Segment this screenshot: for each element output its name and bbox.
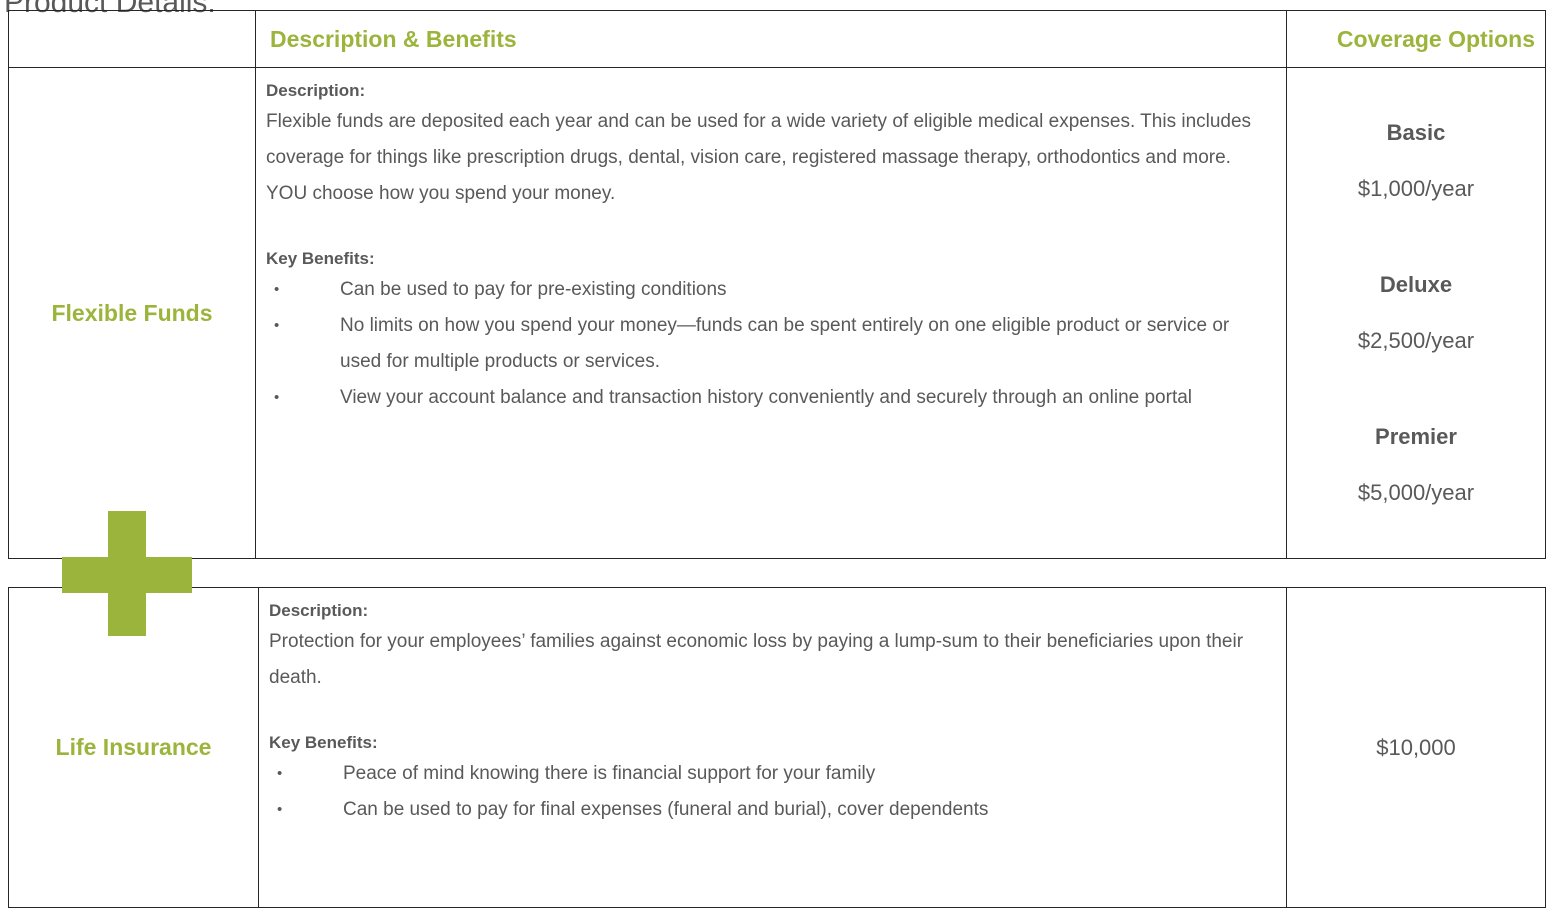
product-description-cell: Description: Flexible funds are deposite… bbox=[255, 67, 1287, 559]
bullet-icon: • bbox=[274, 317, 280, 334]
tier-price: $1,000/year bbox=[1357, 176, 1475, 201]
header-description-cell: Description & Benefits bbox=[255, 10, 1287, 68]
benefit-text: View your account balance and transactio… bbox=[340, 387, 1193, 408]
list-item: • Can be used to pay for final expenses (… bbox=[269, 792, 1274, 828]
benefit-text: No limits on how you spend your money—fu… bbox=[340, 315, 1230, 372]
header-coverage-cell: Coverage Options bbox=[1286, 10, 1546, 68]
benefits-list: • Peace of mind knowing there is financia… bbox=[269, 756, 1274, 828]
table-row: Flexible Funds Description: Flexible fun… bbox=[8, 67, 1546, 559]
bullet-icon: • bbox=[277, 765, 283, 782]
key-benefits-label: Key Benefits: bbox=[269, 733, 378, 752]
product-name: Flexible Funds bbox=[8, 67, 256, 559]
bullet-icon: • bbox=[274, 389, 280, 406]
list-item: • No limits on how you spend your money—f… bbox=[266, 308, 1274, 380]
benefits-list: • Can be used to pay for pre-existing con… bbox=[266, 272, 1274, 416]
header-product-cell bbox=[8, 10, 256, 68]
benefit-text: Can be used to pay for final expenses (f… bbox=[343, 799, 989, 820]
key-benefits-label: Key Benefits: bbox=[266, 249, 375, 268]
benefit-text: Peace of mind knowing there is financial… bbox=[343, 763, 876, 784]
product-table-life-insurance: Life Insurance Description: Protection f… bbox=[8, 587, 1546, 908]
coverage-tier: Basic $1,000/year bbox=[1287, 105, 1545, 217]
tier-name: Basic bbox=[1386, 120, 1446, 145]
description-text: Protection for your employees’ families … bbox=[269, 631, 1244, 688]
bullet-icon: • bbox=[277, 801, 283, 818]
list-item: • View your account balance and transacti… bbox=[266, 380, 1274, 416]
coverage-amount: $10,000 bbox=[1376, 734, 1456, 760]
header-description-label: Description & Benefits bbox=[270, 25, 517, 52]
tier-name: Deluxe bbox=[1379, 272, 1453, 297]
tier-price: $2,500/year bbox=[1357, 328, 1475, 353]
description-text: Flexible funds are deposited each year a… bbox=[266, 111, 1252, 204]
tier-price: $5,000/year bbox=[1357, 480, 1475, 505]
description-label: Description: bbox=[269, 601, 369, 620]
list-item: • Peace of mind knowing there is financia… bbox=[269, 756, 1274, 792]
description-label: Description: bbox=[266, 81, 366, 100]
list-item: • Can be used to pay for pre-existing con… bbox=[266, 272, 1274, 308]
coverage-tier: Premier $5,000/year bbox=[1287, 409, 1545, 521]
coverage-tier: Deluxe $2,500/year bbox=[1287, 257, 1545, 369]
product-table-flexible-funds: Description & Benefits Coverage Options … bbox=[8, 10, 1546, 559]
product-name: Life Insurance bbox=[8, 587, 259, 908]
coverage-options-cell: Basic $1,000/year Deluxe $2,500/year Pre… bbox=[1286, 67, 1546, 559]
coverage-options-cell: $10,000 bbox=[1286, 587, 1546, 908]
table-header-row: Description & Benefits Coverage Options bbox=[8, 10, 1546, 68]
table-row: Life Insurance Description: Protection f… bbox=[8, 587, 1546, 908]
tier-name: Premier bbox=[1375, 424, 1457, 449]
product-description-cell: Description: Protection for your employe… bbox=[258, 587, 1287, 908]
benefit-text: Can be used to pay for pre-existing cond… bbox=[340, 279, 727, 300]
bullet-icon: • bbox=[274, 281, 280, 298]
header-coverage-label: Coverage Options bbox=[1336, 25, 1535, 52]
